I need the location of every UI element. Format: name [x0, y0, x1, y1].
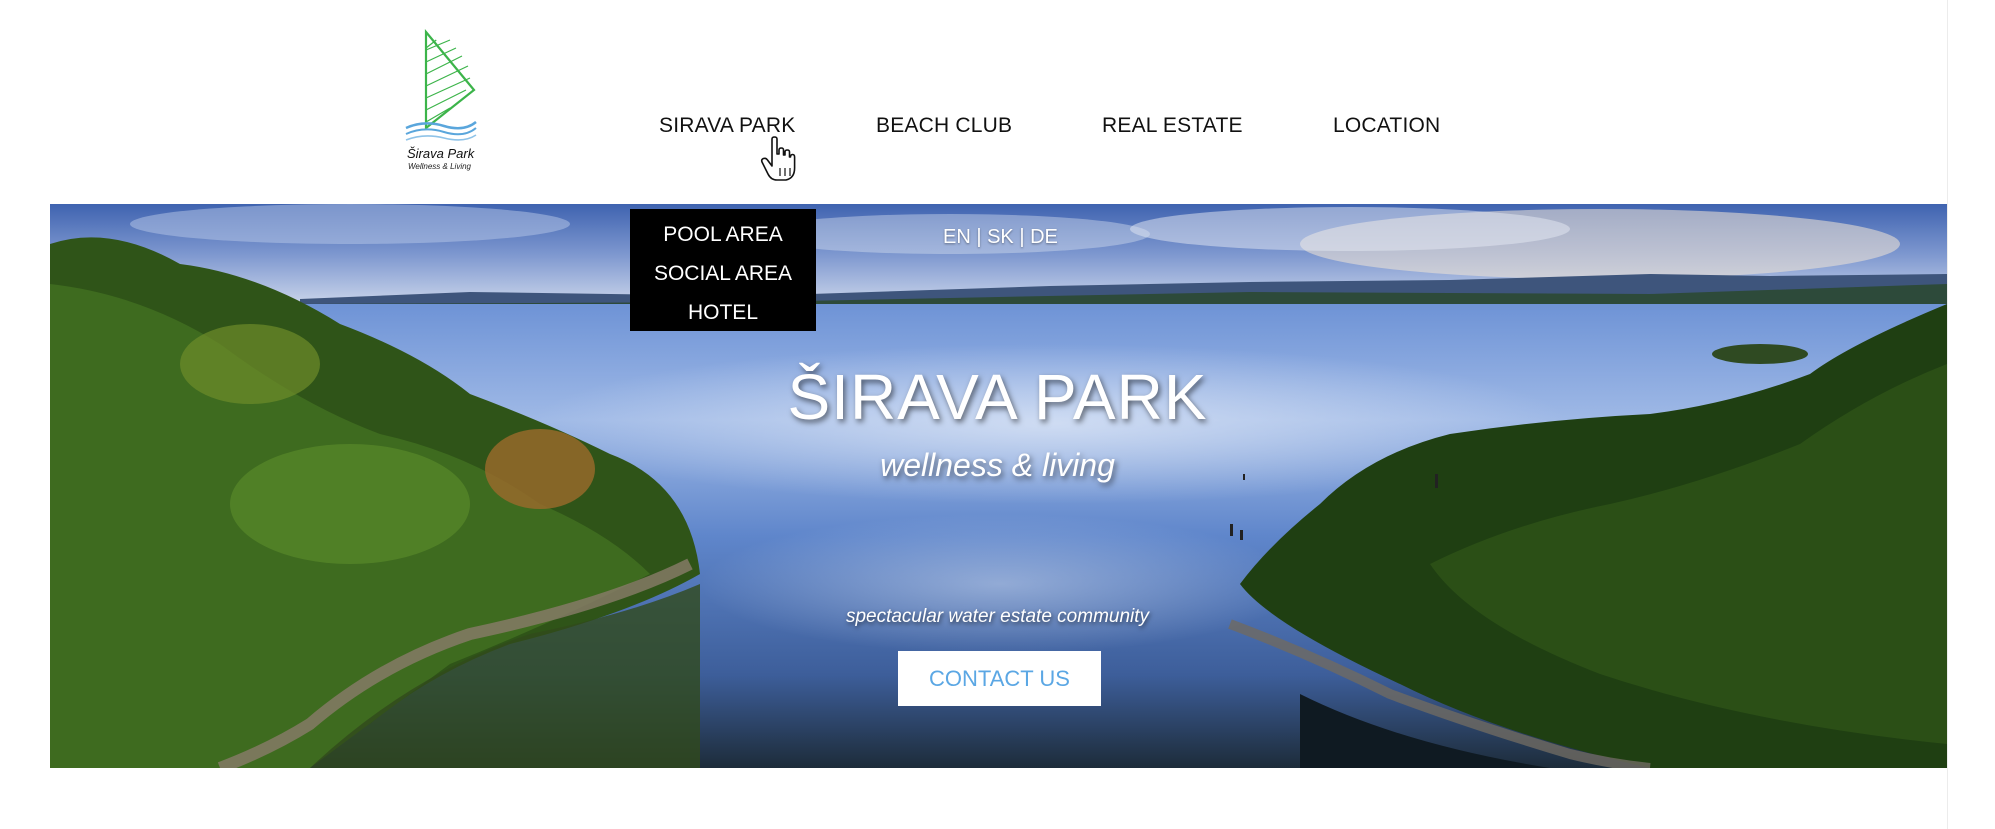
nav-sirava-park[interactable]: SIRAVA PARK — [659, 114, 795, 138]
nav-location[interactable]: LOCATION — [1333, 114, 1440, 138]
page-edge-divider — [1947, 0, 1948, 829]
site-logo[interactable]: Širava Park Wellness & Living — [404, 28, 484, 178]
sail-logo-icon — [405, 28, 477, 141]
hand-pointer-cursor-icon — [760, 136, 796, 181]
logo-tagline: Wellness & Living — [408, 162, 471, 171]
nav-real-estate[interactable]: REAL ESTATE — [1102, 114, 1243, 138]
sirava-park-dropdown: POOL AREA SOCIAL AREA HOTEL — [630, 209, 816, 331]
dropdown-item-social-area[interactable]: SOCIAL AREA — [630, 254, 816, 293]
nav-beach-club[interactable]: BEACH CLUB — [876, 114, 1012, 138]
language-switch[interactable]: EN | SK | DE — [943, 226, 1058, 249]
contact-us-button[interactable]: CONTACT US — [898, 651, 1101, 706]
dropdown-item-hotel[interactable]: HOTEL — [630, 293, 816, 332]
page: Širava Park Wellness & Living SIRAVA PAR… — [0, 0, 1995, 829]
hero-title: ŠIRAVA PARK — [787, 361, 1208, 433]
hero-tagline: spectacular water estate community — [845, 606, 1150, 627]
dropdown-item-pool-area[interactable]: POOL AREA — [630, 215, 816, 254]
logo-name: Širava Park — [407, 146, 475, 161]
hero-subtitle: wellness & living — [880, 447, 1115, 483]
